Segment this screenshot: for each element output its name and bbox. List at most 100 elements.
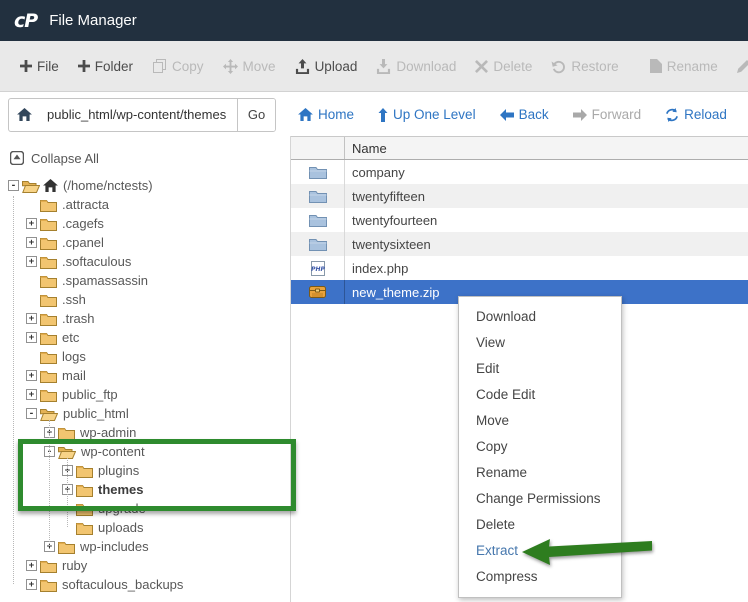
tree-item-cpanel[interactable]: +.cpanel bbox=[0, 233, 290, 252]
context-menu-item-change-permissions[interactable]: Change Permissions bbox=[459, 486, 621, 512]
tree-item-public-ftp[interactable]: + public_ftp bbox=[0, 385, 290, 404]
tree-expand-icon[interactable]: + bbox=[26, 237, 37, 248]
nav-links: HomeUp One LevelBackForwardReloadSelect … bbox=[292, 107, 748, 122]
tree-item-cagefs[interactable]: +.cagefs bbox=[0, 214, 290, 233]
nav-link-label: Forward bbox=[592, 107, 642, 122]
delete-icon bbox=[475, 60, 488, 73]
tree-item-public-html[interactable]: -public_html bbox=[0, 404, 290, 423]
toolbar-rename-button[interactable]: Rename bbox=[642, 49, 726, 83]
folder-icon bbox=[40, 274, 57, 288]
context-menu-item-rename[interactable]: Rename bbox=[459, 460, 621, 486]
tree-item-wp-content[interactable]: -wp-content bbox=[0, 442, 290, 461]
tree-item-upgrade[interactable]: upgrade bbox=[0, 499, 290, 518]
tree-expand-icon[interactable]: + bbox=[26, 332, 37, 343]
arrow-up-icon bbox=[378, 108, 388, 122]
toolbar-upload-button[interactable]: Upload bbox=[287, 49, 366, 83]
file-row-twentyfifteen[interactable]: twentyfifteen bbox=[291, 184, 748, 208]
nav-home-link[interactable]: Home bbox=[292, 107, 360, 122]
tree-guide-line bbox=[49, 420, 50, 546]
tree-expand-icon[interactable]: + bbox=[26, 389, 37, 400]
nav-link-label: Back bbox=[519, 107, 549, 122]
tree-collapse-icon[interactable]: - bbox=[26, 408, 37, 419]
toolbar-copy-button[interactable]: Copy bbox=[144, 49, 212, 83]
tree-item-themes[interactable]: +themes bbox=[0, 480, 290, 499]
folder-icon bbox=[76, 521, 93, 535]
tree-item-wp-includes[interactable]: +wp-includes bbox=[0, 537, 290, 556]
context-menu-item-delete[interactable]: Delete bbox=[459, 512, 621, 538]
file-list: company twentyfifteentwentyfourteentwenty… bbox=[291, 160, 748, 304]
tree-item-softaculous[interactable]: +.softaculous bbox=[0, 252, 290, 271]
download-icon bbox=[376, 59, 391, 74]
go-button[interactable]: Go bbox=[237, 99, 275, 131]
page-title: File Manager bbox=[49, 12, 137, 29]
tree-expand-icon[interactable]: + bbox=[26, 218, 37, 229]
context-menu-item-code-edit[interactable]: Code Edit bbox=[459, 382, 621, 408]
folder-icon bbox=[40, 312, 57, 326]
toolbar-move-button[interactable]: Move bbox=[215, 49, 284, 83]
context-menu-item-move[interactable]: Move bbox=[459, 408, 621, 434]
tree-item-logs[interactable]: logs bbox=[0, 347, 290, 366]
tree-item-label: public_ftp bbox=[62, 387, 118, 402]
tree-item-attracta[interactable]: .attracta bbox=[0, 195, 290, 214]
file-icon-cell bbox=[291, 160, 345, 184]
tree-item-label: mail bbox=[62, 368, 86, 383]
folder-icon bbox=[40, 559, 57, 573]
toolbar-file-button[interactable]: File bbox=[12, 49, 67, 83]
tree-item-wp-admin[interactable]: +wp-admin bbox=[0, 423, 290, 442]
tree-item-label: (/home/nctests) bbox=[63, 178, 153, 193]
file-icon-column-header bbox=[291, 137, 345, 159]
toolbar-delete-button[interactable]: Delete bbox=[467, 49, 540, 83]
tree-item-home-nctests[interactable]: - (/home/nctests) bbox=[0, 176, 290, 195]
path-input-group: Go bbox=[8, 98, 276, 132]
file-row-twentyfourteen[interactable]: twentyfourteen bbox=[291, 208, 748, 232]
tree-item-uploads[interactable]: uploads bbox=[0, 518, 290, 537]
toolbar-button-label: Copy bbox=[172, 59, 204, 74]
name-column-header[interactable]: Name bbox=[345, 141, 387, 156]
home-icon bbox=[43, 179, 58, 192]
context-menu: DownloadViewEditCode EditMoveCopyRenameC… bbox=[458, 296, 622, 598]
home-icon-button[interactable] bbox=[9, 99, 39, 131]
tree-item-etc[interactable]: + etc bbox=[0, 328, 290, 347]
tree-expand-icon[interactable]: + bbox=[26, 579, 37, 590]
path-input[interactable] bbox=[39, 99, 237, 131]
tree-item-plugins[interactable]: +plugins bbox=[0, 461, 290, 480]
folder-icon bbox=[58, 426, 75, 440]
toolbar-edit-button[interactable]: Edit bbox=[729, 49, 748, 83]
context-menu-item-view[interactable]: View bbox=[459, 330, 621, 356]
tree-item-mail[interactable]: + mail bbox=[0, 366, 290, 385]
tree-item-ssh[interactable]: .ssh bbox=[0, 290, 290, 309]
edit-icon bbox=[737, 59, 748, 73]
file-row-company[interactable]: company bbox=[291, 160, 748, 184]
rename-icon bbox=[650, 59, 662, 73]
context-menu-item-download[interactable]: Download bbox=[459, 304, 621, 330]
toolbar-restore-button[interactable]: Restore bbox=[543, 49, 626, 83]
tree-expand-icon[interactable]: + bbox=[26, 370, 37, 381]
tree-item-softaculous-backups[interactable]: +softaculous_backups bbox=[0, 575, 290, 594]
file-row-twentysixteen[interactable]: twentysixteen bbox=[291, 232, 748, 256]
tree-item-spamassassin[interactable]: .spamassassin bbox=[0, 271, 290, 290]
collapse-all-button[interactable]: Collapse All bbox=[0, 148, 290, 168]
context-menu-item-edit[interactable]: Edit bbox=[459, 356, 621, 382]
context-menu-item-copy[interactable]: Copy bbox=[459, 434, 621, 460]
context-menu-item-extract[interactable]: Extract bbox=[459, 538, 621, 564]
tree-item-label: etc bbox=[62, 330, 79, 345]
toolbar-button-label: Download bbox=[396, 59, 456, 74]
nav-reload-link[interactable]: Reload bbox=[659, 107, 733, 122]
tree-expand-icon[interactable]: + bbox=[26, 256, 37, 267]
file-name: company bbox=[345, 165, 405, 180]
context-menu-item-compress[interactable]: Compress bbox=[459, 564, 621, 590]
toolbar-folder-button[interactable]: Folder bbox=[70, 49, 141, 83]
nav-back-link[interactable]: Back bbox=[494, 107, 555, 122]
file-icon-cell bbox=[291, 232, 345, 256]
tree-collapse-icon[interactable]: - bbox=[8, 180, 19, 191]
tree-item-trash[interactable]: +.trash bbox=[0, 309, 290, 328]
tree-item-ruby[interactable]: +ruby bbox=[0, 556, 290, 575]
upload-icon bbox=[295, 59, 310, 74]
tree-expand-icon[interactable]: + bbox=[26, 313, 37, 324]
tree-expand-icon[interactable]: + bbox=[26, 560, 37, 571]
nav-up-one-level-link[interactable]: Up One Level bbox=[372, 107, 482, 122]
nav-forward-link[interactable]: Forward bbox=[567, 107, 648, 122]
toolbar-download-button[interactable]: Download bbox=[368, 49, 464, 83]
nav-link-label: Up One Level bbox=[393, 107, 476, 122]
file-row-index-php[interactable]: PHPindex.php bbox=[291, 256, 748, 280]
